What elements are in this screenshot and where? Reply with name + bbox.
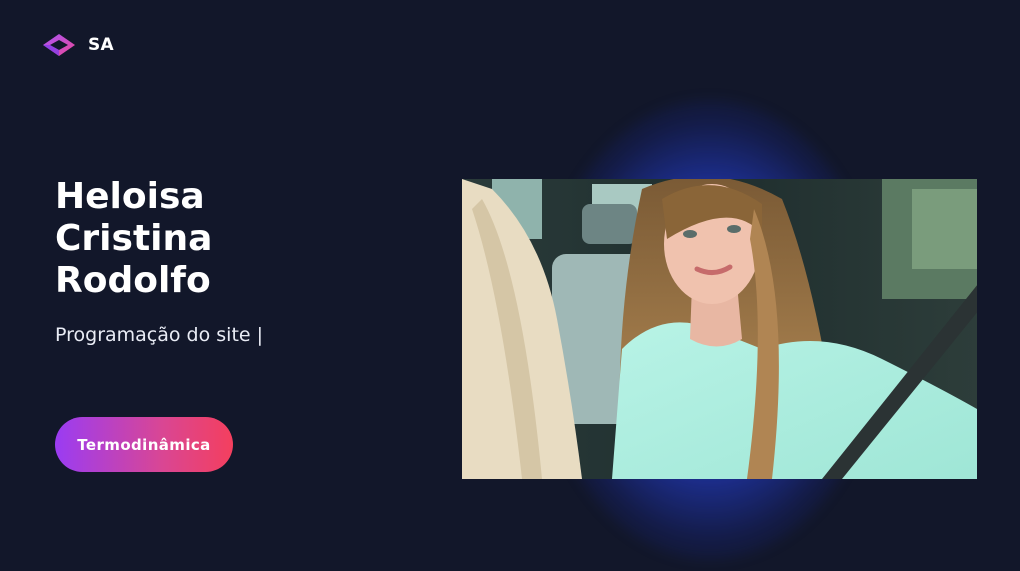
cube-logo-icon[interactable] xyxy=(42,33,76,57)
typing-subtitle: Programação do site | xyxy=(55,324,264,346)
name-line-middle: Cristina xyxy=(55,218,213,259)
site-header: SA xyxy=(42,33,114,57)
name-line-last: Rodolfo xyxy=(55,260,211,301)
termodinamica-button[interactable]: Termodinâmica xyxy=(55,417,233,472)
name-line-first: Heloisa xyxy=(55,176,205,217)
brand-name[interactable]: SA xyxy=(88,35,114,55)
person-name: Heloisa Cristina Rodolfo xyxy=(55,176,395,302)
profile-photo xyxy=(462,179,977,479)
hero-section: Heloisa Cristina Rodolfo Programação do … xyxy=(55,176,395,346)
